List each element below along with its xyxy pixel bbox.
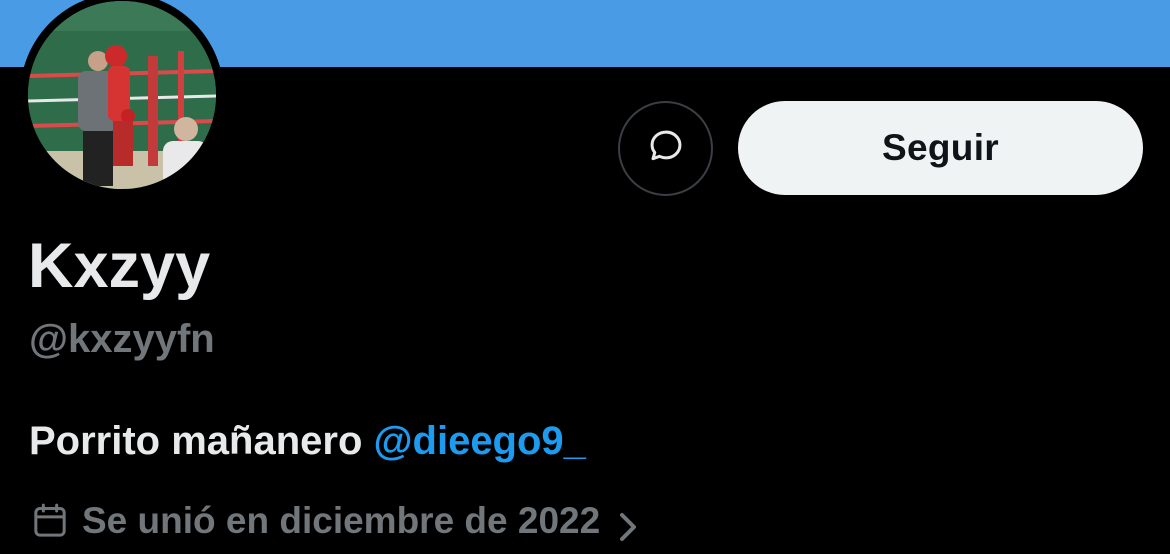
joined-date-text: Se unió en diciembre de 2022 [82,500,601,541]
avatar-photo [28,1,216,189]
profile-bio: Porrito mañanero @dieego9_ [29,416,586,466]
message-bubble-icon [647,127,685,170]
calendar-icon [30,501,70,541]
joined-date-row[interactable]: Se unió en diciembre de 2022 [30,497,642,545]
display-name: Kxzyy [28,231,211,301]
follow-button[interactable]: Seguir [738,101,1143,195]
follow-button-label: Seguir [882,127,999,168]
profile-avatar[interactable] [20,0,224,197]
profile-handle: @kxzyyfn [29,317,215,361]
chevron-right-icon [616,506,642,541]
bio-mention-link[interactable]: @dieego9_ [374,419,586,463]
bio-text: Porrito mañanero [29,419,374,463]
message-button[interactable] [618,101,713,196]
